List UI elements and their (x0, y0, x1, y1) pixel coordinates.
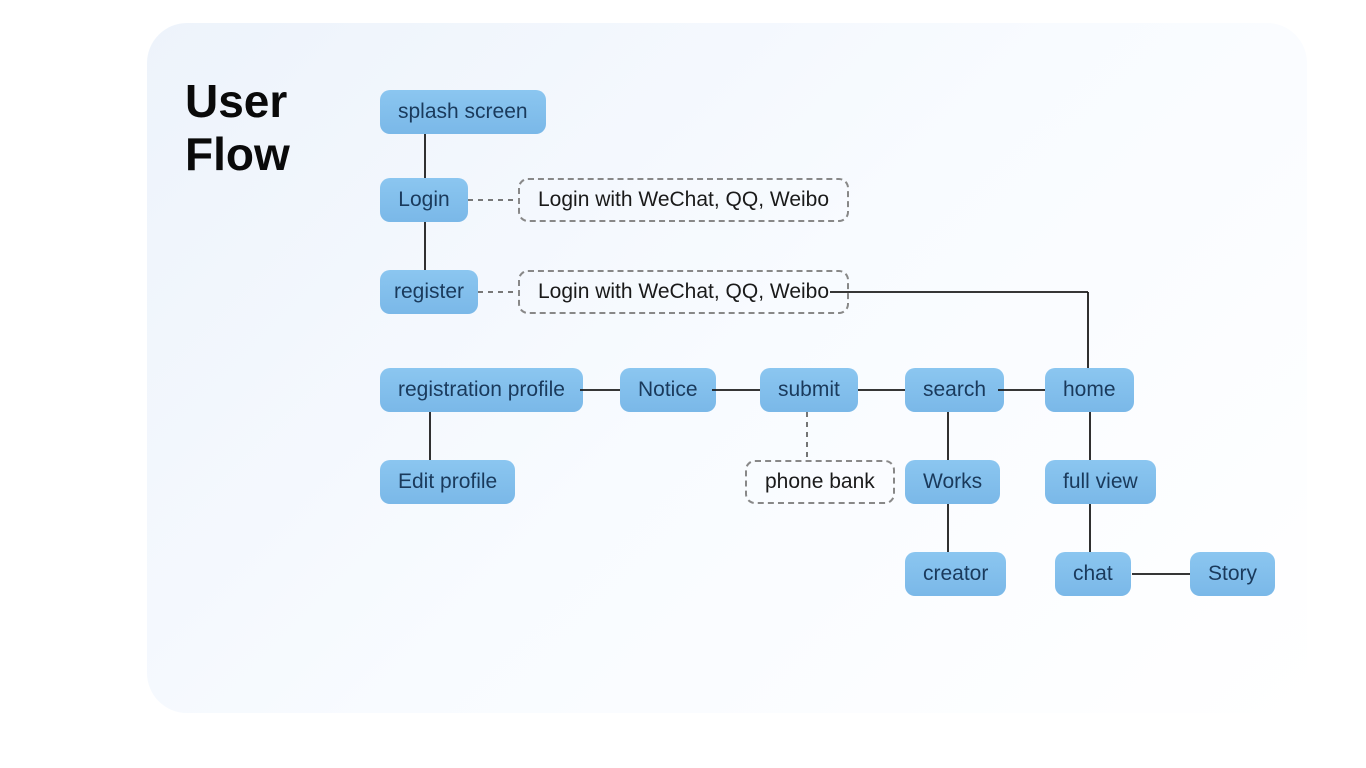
node-notice: Notice (620, 368, 716, 412)
node-submit: submit (760, 368, 858, 412)
node-registration-profile: registration profile (380, 368, 583, 412)
node-full-view: full view (1045, 460, 1156, 504)
node-search: search (905, 368, 1004, 412)
annotation-register: Login with WeChat, QQ, Weibo (518, 270, 849, 314)
annotation-login: Login with WeChat, QQ, Weibo (518, 178, 849, 222)
node-story: Story (1190, 552, 1275, 596)
node-edit-profile: Edit profile (380, 460, 515, 504)
diagram-title: User Flow (185, 75, 290, 181)
node-works: Works (905, 460, 1000, 504)
node-chat: chat (1055, 552, 1131, 596)
annotation-phone-bank: phone bank (745, 460, 895, 504)
node-login: Login (380, 178, 468, 222)
node-register: register (380, 270, 478, 314)
node-splash: splash screen (380, 90, 546, 134)
title-line2: Flow (185, 128, 290, 180)
node-creator: creator (905, 552, 1006, 596)
node-home: home (1045, 368, 1134, 412)
diagram-canvas (147, 23, 1307, 713)
title-line1: User (185, 75, 287, 127)
